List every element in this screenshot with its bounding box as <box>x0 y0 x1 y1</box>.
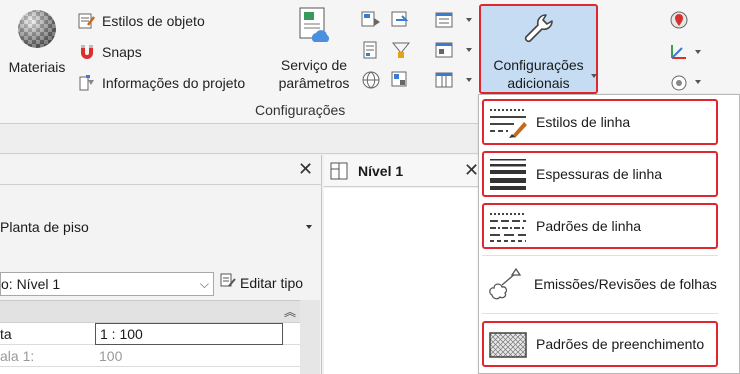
menu-separator <box>482 313 718 314</box>
fill-patterns-icon <box>488 327 528 361</box>
type-name: Planta de piso <box>0 219 89 235</box>
additional-settings-label: Configurações adicionais <box>481 56 596 92</box>
filter-value: o: Nível 1 <box>1 276 61 292</box>
coordinates-dropdown-icon[interactable] <box>695 50 701 54</box>
browser-organization-icon[interactable] <box>434 10 456 30</box>
magnet-icon <box>78 43 96 61</box>
collapse-chevron-icon[interactable]: ︽ <box>284 303 296 320</box>
type-selector-dropdown-icon <box>306 225 312 229</box>
parameter-service-label-1: Serviço de <box>280 57 348 73</box>
panel-schedule-dropdown-icon[interactable] <box>466 78 472 82</box>
edit-type-icon <box>220 273 236 292</box>
view-tab[interactable]: Nível 1 ✕ <box>324 155 484 187</box>
global-parameters-icon[interactable] <box>360 70 382 90</box>
menu-item-label: Espessuras de linha <box>536 166 663 182</box>
position-dropdown-icon[interactable] <box>695 80 701 84</box>
keynoting-icon[interactable] <box>434 40 456 60</box>
row-name: ala 1: <box>0 348 35 364</box>
wrench-icon <box>524 14 553 43</box>
table-row: ala 1: 100 <box>0 345 300 367</box>
coordinates-icon[interactable] <box>668 42 690 62</box>
materials-sphere-icon <box>18 10 56 48</box>
row-name: ta <box>0 326 12 342</box>
menu-item-label: Estilos de linha <box>536 114 631 130</box>
project-parameters-icon[interactable] <box>390 70 412 90</box>
project-info-button[interactable]: Informações do projeto <box>78 74 245 92</box>
view-scale-field[interactable]: 1 : 100 <box>95 323 283 345</box>
properties-grid: ︽ ta 1 : 100 ala 1: 100 <box>0 300 300 374</box>
menu-separator <box>482 255 718 256</box>
location-icon[interactable] <box>668 10 690 30</box>
line-weights-icon <box>488 157 528 191</box>
materials-button[interactable]: Materiais <box>4 8 70 88</box>
snaps-button[interactable]: Snaps <box>78 43 142 61</box>
menu-item-label: Padrões de linha <box>536 218 642 234</box>
menu-item-line-styles[interactable]: Estilos de linha <box>482 99 718 145</box>
row-value: 100 <box>99 348 123 364</box>
object-styles-icon <box>78 12 96 30</box>
line-styles-icon <box>488 105 528 139</box>
additional-settings-label-1: Configurações <box>493 57 584 73</box>
line-patterns-icon <box>488 209 528 243</box>
grid-header: ︽ <box>0 301 300 323</box>
filter-chevron-down-icon: ⌵ <box>199 277 209 291</box>
menu-item-line-weights[interactable]: Espessuras de linha <box>482 151 718 197</box>
position-icon[interactable] <box>668 72 690 92</box>
additional-settings-label-2: adicionais <box>507 75 570 91</box>
table-row: ta 1 : 100 <box>0 323 300 345</box>
panel-title: Configurações <box>255 102 346 118</box>
instance-filter-select[interactable]: o: Nível 1 ⌵ <box>0 272 214 296</box>
drawing-area[interactable] <box>324 188 484 374</box>
view-tab-title: Nível 1 <box>358 163 404 179</box>
transfer-standards-icon[interactable] <box>360 10 382 30</box>
additional-settings-caret-icon <box>591 74 597 78</box>
sheet-issues-icon <box>486 267 526 301</box>
project-info-icon <box>78 74 96 92</box>
view-tab-close-icon[interactable]: ✕ <box>464 160 479 181</box>
additional-settings-menu: Estilos de linha Espessuras de linha Pad <box>478 94 740 374</box>
menu-item-fill-patterns[interactable]: Padrões de preenchimento <box>482 321 718 367</box>
object-styles-button[interactable]: Estilos de objeto <box>78 12 205 30</box>
menu-item-label: Emissões/Revisões de folhas <box>534 276 717 292</box>
panel-schedule-templates-icon[interactable] <box>434 70 456 90</box>
materials-label: Materiais <box>8 59 66 75</box>
properties-scrollbar[interactable] <box>300 300 320 374</box>
snaps-label: Snaps <box>102 44 142 60</box>
keynoting-dropdown-icon[interactable] <box>466 48 472 52</box>
properties-panel: ✕ Planta de piso o: Nível 1 ⌵ Editar tip… <box>0 155 322 374</box>
floor-plan-view-icon <box>330 162 348 185</box>
additional-settings-button[interactable]: Configurações adicionais <box>479 4 598 94</box>
project-info-label: Informações do projeto <box>102 75 246 91</box>
type-selector[interactable]: Planta de piso <box>0 201 322 253</box>
parameter-service-button[interactable]: Serviço de parâmetros <box>272 6 356 94</box>
purge-unused-icon[interactable] <box>390 10 412 30</box>
menu-item-line-patterns[interactable]: Padrões de linha <box>482 203 718 249</box>
menu-item-label: Padrões de preenchimento <box>536 336 705 352</box>
shared-parameters-icon[interactable] <box>390 40 412 60</box>
object-styles-label: Estilos de objeto <box>102 13 205 29</box>
edit-type-button[interactable]: Editar tipo <box>220 273 303 292</box>
parameter-service-icon <box>299 7 330 42</box>
project-units-icon[interactable] <box>360 40 382 60</box>
properties-header: ✕ <box>0 155 322 185</box>
parameter-service-label-2: parâmetros <box>278 75 350 91</box>
browser-organization-dropdown-icon[interactable] <box>466 18 472 22</box>
properties-close-icon[interactable]: ✕ <box>298 159 313 180</box>
edit-type-label: Editar tipo <box>240 274 304 291</box>
menu-item-sheet-issues[interactable]: Emissões/Revisões de folhas <box>482 261 718 307</box>
